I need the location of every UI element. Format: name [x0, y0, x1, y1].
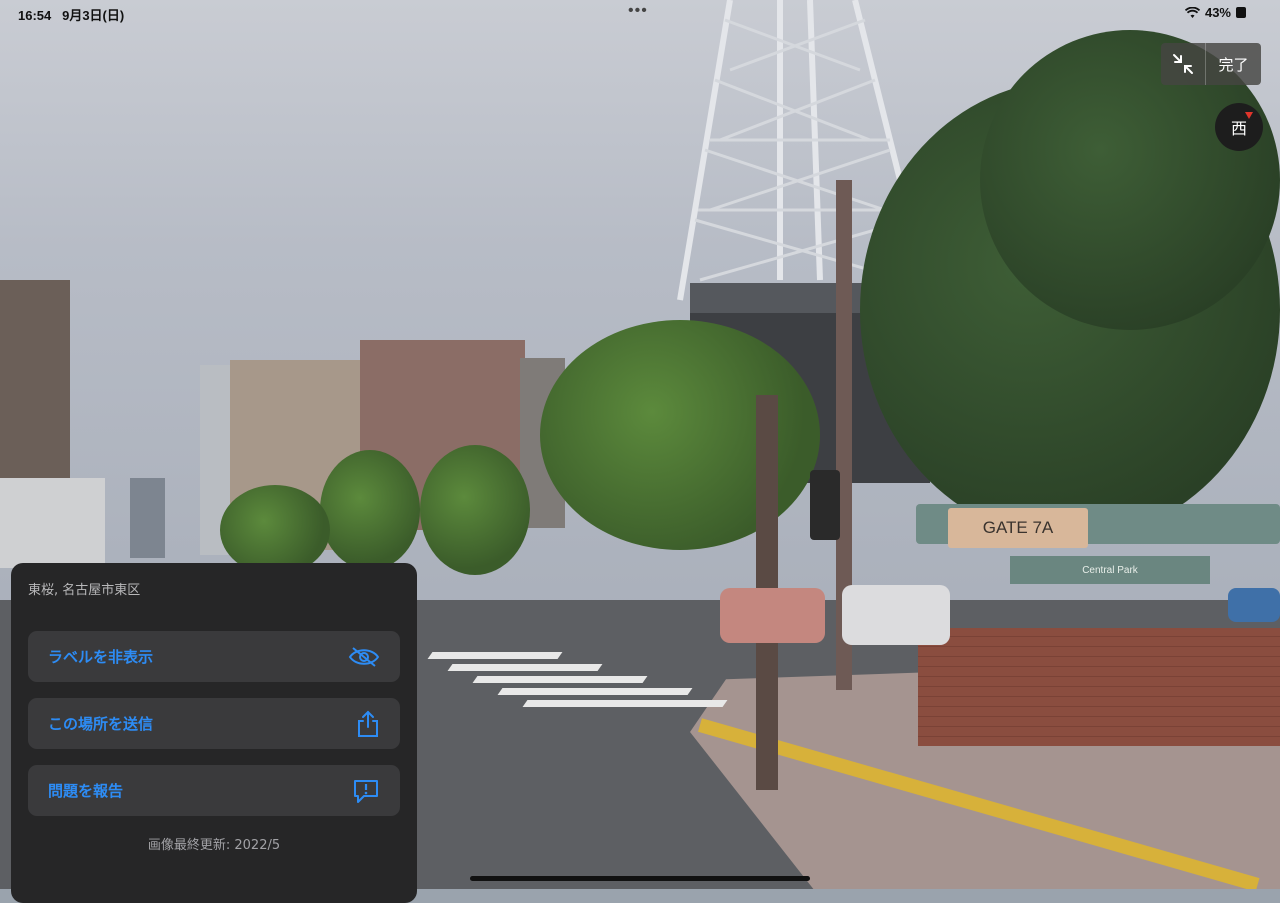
brick-wall — [918, 628, 1280, 746]
tree — [320, 450, 420, 570]
tree — [220, 485, 330, 575]
status-bar: 16:54 9月3日(日) ••• 43% — [0, 0, 1280, 26]
status-time: 16:54 9月3日(日) — [18, 5, 124, 24]
building — [130, 478, 165, 558]
image-updated-text: 画像最終更新: 2022/5 — [147, 838, 281, 853]
share-icon — [358, 710, 378, 737]
collapse-arrows-icon — [1173, 54, 1193, 74]
eye-slash-icon — [348, 646, 380, 667]
gate-subsign: Central Park — [1010, 556, 1210, 584]
gate-sign: GATE 7A — [948, 508, 1088, 548]
compass-button[interactable]: 西 — [1215, 103, 1263, 151]
status-right: 43% — [1184, 5, 1246, 20]
location-label: 東桜, 名古屋市東区 — [28, 583, 141, 598]
top-controls: 完了 — [1161, 43, 1261, 85]
share-location-button[interactable]: この場所を送信 — [28, 698, 400, 749]
date-text: 9月3日(日) — [62, 8, 125, 23]
hide-labels-label: ラベルを非表示 — [48, 648, 154, 666]
home-indicator[interactable] — [470, 876, 810, 881]
time-text: 16:54 — [18, 8, 52, 23]
car — [720, 588, 825, 643]
building — [0, 280, 70, 480]
report-issue-label: 問題を報告 — [48, 782, 124, 800]
battery-icon — [1236, 7, 1246, 18]
crosswalk-stripe — [472, 676, 648, 683]
hide-labels-button[interactable]: ラベルを非表示 — [28, 631, 400, 682]
tree — [540, 320, 820, 550]
report-exclamation-icon — [354, 779, 378, 803]
car — [842, 585, 950, 645]
report-issue-button[interactable]: 問題を報告 — [28, 765, 400, 816]
multitasking-dots[interactable]: ••• — [628, 2, 648, 20]
tree — [420, 445, 530, 575]
compass-needle-icon — [1245, 112, 1253, 119]
car — [1228, 588, 1280, 622]
building — [0, 478, 105, 568]
share-location-label: この場所を送信 — [48, 715, 154, 733]
crosswalk-stripe — [427, 652, 563, 659]
traffic-signal — [810, 470, 840, 540]
place-panel: 東桜, 名古屋市東区 ラベルを非表示 この場所を送信 問題を報告 画像最終更新:… — [11, 563, 417, 903]
crosswalk-stripe — [522, 700, 728, 707]
collapse-button[interactable] — [1161, 43, 1206, 85]
crosswalk-stripe — [497, 688, 693, 695]
wifi-icon — [1184, 6, 1200, 18]
done-button[interactable]: 完了 — [1206, 54, 1261, 75]
crosswalk-stripe — [447, 664, 603, 671]
battery-percent: 43% — [1204, 5, 1231, 20]
